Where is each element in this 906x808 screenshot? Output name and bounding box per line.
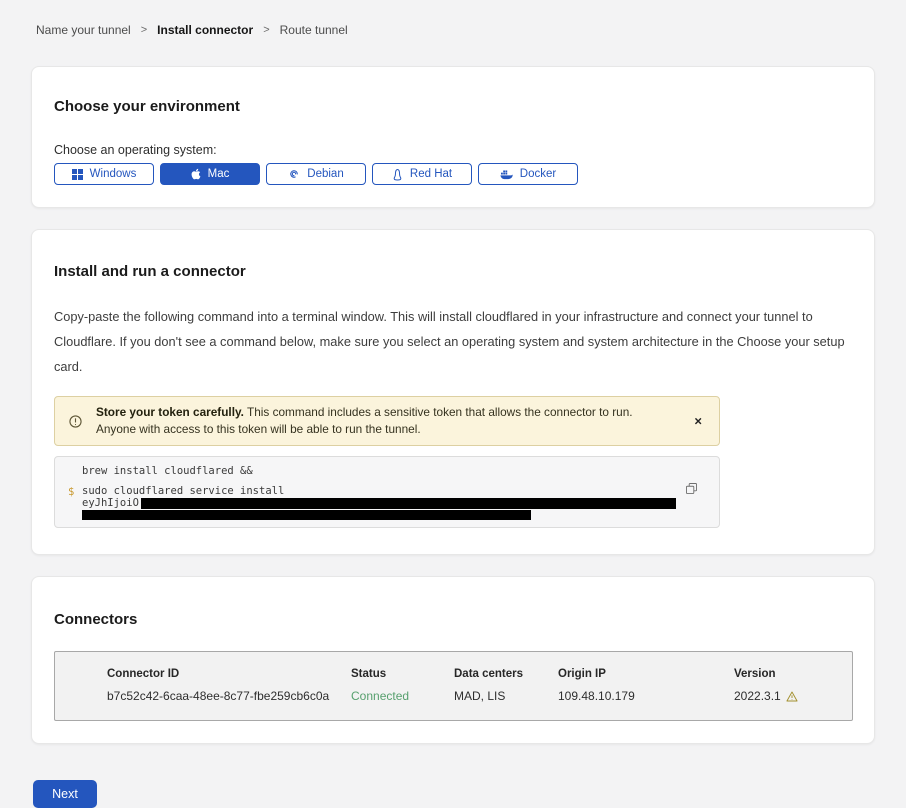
os-button-docker[interactable]: Docker xyxy=(478,163,578,185)
column-origin-ip: Origin IP xyxy=(558,668,734,680)
column-data-centers: Data centers xyxy=(454,668,558,680)
breadcrumb-route-tunnel[interactable]: Route tunnel xyxy=(280,23,348,37)
os-button-mac[interactable]: Mac xyxy=(160,163,260,185)
install-card-description: Copy-paste the following command into a … xyxy=(54,304,851,379)
os-button-label: Docker xyxy=(520,168,556,180)
connectors-table-header: Connector ID Status Data centers Origin … xyxy=(107,668,852,680)
environment-card-title: Choose your environment xyxy=(54,98,852,115)
version-value: 2022.3.1 xyxy=(734,689,852,703)
next-button[interactable]: Next xyxy=(33,780,97,808)
breadcrumb-separator: > xyxy=(141,24,147,36)
status-badge: Connected xyxy=(351,689,454,703)
os-button-label: Debian xyxy=(307,168,343,180)
apple-icon xyxy=(191,168,201,180)
token-warning-banner: Store your token carefully. This command… xyxy=(54,396,720,446)
connectors-card-title: Connectors xyxy=(54,611,852,628)
code-line-2: sudo cloudflared service install xyxy=(82,486,719,497)
code-line-token: eyJhIjoiO xyxy=(82,498,719,509)
column-version: Version xyxy=(734,668,852,680)
token-prefix: eyJhIjoiO xyxy=(82,498,139,509)
os-button-debian[interactable]: Debian xyxy=(266,163,366,185)
token-warning-title: Store your token carefully. xyxy=(96,405,244,419)
breadcrumb: Name your tunnel > Install connector > R… xyxy=(0,0,906,37)
version-number: 2022.3.1 xyxy=(734,689,781,703)
debian-icon xyxy=(288,168,300,180)
connectors-table-row: b7c52c42-6caa-48ee-8c77-fbe259cb6c0a Con… xyxy=(107,689,852,703)
connectors-table: Connector ID Status Data centers Origin … xyxy=(54,651,853,721)
banner-close-icon[interactable]: × xyxy=(692,413,704,430)
shell-prompt: $ xyxy=(68,486,74,498)
os-button-label: Red Hat xyxy=(410,168,452,180)
connectors-card: Connectors Connector ID Status Data cent… xyxy=(31,576,875,744)
install-command-codeblock: $ brew install cloudflared && sudo cloud… xyxy=(54,456,720,528)
install-card-title: Install and run a connector xyxy=(54,263,852,280)
os-button-label: Windows xyxy=(90,168,137,180)
breadcrumb-name-your-tunnel[interactable]: Name your tunnel xyxy=(36,23,131,37)
column-connector-id: Connector ID xyxy=(107,668,351,680)
column-status: Status xyxy=(351,668,454,680)
os-select-label: Choose an operating system: xyxy=(54,143,852,157)
os-button-redhat[interactable]: Red Hat xyxy=(372,163,472,185)
os-button-group: Windows Mac Debian Red Hat Docker xyxy=(54,163,852,185)
docker-icon xyxy=(500,169,513,180)
origin-ip-value: 109.48.10.179 xyxy=(558,689,734,703)
environment-card: Choose your environment Choose an operat… xyxy=(31,66,875,208)
token-redaction-bar xyxy=(82,510,531,520)
version-warning-icon xyxy=(786,691,798,702)
install-connector-card: Install and run a connector Copy-paste t… xyxy=(31,229,875,555)
token-redaction-bar xyxy=(141,498,676,509)
windows-icon xyxy=(72,169,83,180)
copy-icon[interactable] xyxy=(686,483,697,498)
code-line-1: brew install cloudflared && xyxy=(82,466,719,477)
os-button-windows[interactable]: Windows xyxy=(54,163,154,185)
breadcrumb-install-connector[interactable]: Install connector xyxy=(157,23,253,37)
connector-id-value: b7c52c42-6caa-48ee-8c77-fbe259cb6c0a xyxy=(107,689,351,703)
alert-circle-icon xyxy=(69,415,82,428)
breadcrumb-separator: > xyxy=(263,24,269,36)
token-warning-text: Store your token carefully. This command… xyxy=(96,404,705,438)
redhat-linux-icon xyxy=(392,168,403,181)
data-centers-value: MAD, LIS xyxy=(454,689,558,703)
os-button-label: Mac xyxy=(208,168,230,180)
